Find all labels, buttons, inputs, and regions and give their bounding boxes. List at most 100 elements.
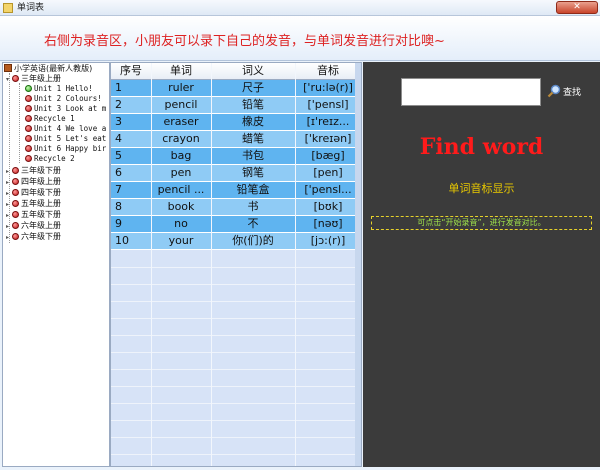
cell-meaning: 铅笔 (242, 98, 264, 111)
tree-item-unit[interactable]: Recycle 2 (25, 154, 75, 164)
table-row[interactable]: 9 no 不 [nəʊ] (111, 216, 361, 233)
close-button[interactable]: ✕ (556, 1, 598, 14)
cell-index: 10 (115, 234, 129, 247)
cell-index: 6 (115, 166, 122, 179)
bullet-icon (12, 200, 19, 207)
window-title: 单词表 (17, 3, 45, 13)
cell-phonetic: [ɪ'reɪz... (306, 115, 350, 128)
tree-item-grade[interactable]: ▸ 四年级上册 (6, 177, 61, 187)
grid-line (111, 335, 361, 336)
cell-phonetic: [bæg] (311, 149, 345, 162)
cell-word: pencil (164, 98, 198, 111)
cell-meaning: 尺子 (242, 81, 264, 94)
tree-item-unit[interactable]: Unit 5 Let's eat (25, 134, 106, 144)
cell-word: your (168, 234, 194, 247)
grid-line (111, 454, 361, 455)
cell-meaning: 不 (247, 217, 259, 230)
grid-line (111, 318, 361, 319)
bullet-icon (12, 189, 19, 196)
cell-index: 2 (115, 98, 122, 111)
expand-icon: ▸ (6, 190, 10, 197)
tree-item-unit[interactable]: Unit 1 Hello! (25, 84, 93, 94)
cell-meaning: 蜡笔 (242, 132, 264, 145)
tree-item-unit[interactable]: Unit 2 Colours! (25, 94, 102, 104)
tree-item-unit[interactable]: Recycle 1 (25, 114, 75, 124)
grid-line (111, 267, 361, 268)
cell-word: bag (170, 149, 192, 162)
column-header-meaning[interactable]: 词义 (211, 63, 295, 80)
cell-meaning: 书包 (242, 149, 264, 162)
column-header-index[interactable]: 序号 (111, 63, 151, 80)
search-button[interactable]: 查找 (547, 84, 581, 100)
expand-icon: ▸ (6, 234, 10, 241)
cell-word: ruler (168, 81, 194, 94)
instruction-banner: 右侧为录音区，小朋友可以录下自己的发音，与单词发音进行对比噢~ (0, 16, 600, 61)
grid-line (111, 352, 361, 353)
table-row[interactable]: 5 bag 书包 [bæg] (111, 148, 361, 165)
column-header-phonetic[interactable]: 音标 (295, 63, 361, 80)
tree-item-grade[interactable]: ▸ 五年级下册 (6, 210, 61, 220)
tree-item-grade[interactable]: ▸ 六年级上册 (6, 221, 61, 231)
table-row[interactable]: 6 pen 钢笔 [pen] (111, 165, 361, 182)
cell-phonetic: ['kreɪən] (304, 132, 352, 145)
cell-word: no (174, 217, 188, 230)
tree-item-grade[interactable]: ▸ 三年级下册 (6, 166, 61, 176)
expand-icon: ▸ (6, 223, 10, 230)
cell-index: 7 (115, 183, 122, 196)
table-row[interactable]: 2 pencil 铅笔 ['pensl] (111, 97, 361, 114)
grid-line (111, 369, 361, 370)
table-scrollbar[interactable] (355, 63, 361, 466)
magnifier-icon (547, 84, 561, 98)
tree-item-grade[interactable]: ▸ 六年级下册 (6, 232, 61, 242)
table-row[interactable]: 4 crayon 蜡笔 ['kreɪən] (111, 131, 361, 148)
tree-item-grade3a[interactable]: ▾ 三年级上册 (6, 74, 61, 84)
tree-item-unit[interactable]: Unit 3 Look at m (25, 104, 106, 114)
find-word-title: Find word (419, 134, 544, 160)
cell-phonetic: [nəʊ] (313, 217, 343, 230)
bullet-icon (12, 211, 19, 218)
bullet-icon (25, 135, 32, 142)
grid-line (111, 420, 361, 421)
tree-root[interactable]: 小学英语(最新人教版) (4, 64, 92, 74)
cell-meaning: 橡皮 (242, 115, 264, 128)
instruction-message: 右侧为录音区，小朋友可以录下自己的发音，与单词发音进行对比噢~ (44, 34, 445, 49)
grid-line (111, 284, 361, 285)
cell-phonetic: [jɔ:(r)] (310, 234, 346, 247)
table-row[interactable]: 7 pencil ... 铅笔盒 ['pensl... (111, 182, 361, 199)
cell-word: crayon (162, 132, 200, 145)
cell-index: 8 (115, 200, 122, 213)
cell-phonetic: ['pensl] (307, 98, 349, 111)
table-row[interactable]: 10 your 你(们)的 [jɔ:(r)] (111, 233, 361, 250)
cell-word: eraser (163, 115, 199, 128)
bullet-icon (12, 167, 19, 174)
bullet-icon (12, 75, 19, 82)
tree-item-unit[interactable]: Unit 6 Happy bir (25, 144, 106, 154)
tree-item-grade[interactable]: ▸ 五年级上册 (6, 199, 61, 209)
grid-line (111, 437, 361, 438)
phonetic-display-label: 单词音标显示 (448, 182, 515, 195)
search-input[interactable] (401, 78, 541, 106)
cell-index: 3 (115, 115, 122, 128)
column-header-word[interactable]: 单词 (151, 63, 211, 80)
collapse-icon: ▾ (6, 76, 10, 83)
recording-tip: 可点击“开始录音”，进行发音对比。 (371, 216, 592, 230)
book-icon (4, 64, 12, 72)
grid-line (111, 386, 361, 387)
tree-item-unit[interactable]: Unit 4 We love a (25, 124, 106, 134)
bullet-icon (12, 222, 19, 229)
table-row[interactable]: 3 eraser 橡皮 [ɪ'reɪz... (111, 114, 361, 131)
cell-phonetic: [bʊk] (313, 200, 343, 213)
cell-word: book (167, 200, 195, 213)
selected-bullet-icon (25, 85, 32, 92)
table-row[interactable]: 1 ruler 尺子 ['ru:lə(r)] (111, 80, 361, 97)
title-bar: 单词表 ✕ (0, 0, 600, 16)
bullet-icon (12, 178, 19, 185)
bullet-icon (25, 145, 32, 152)
expand-icon: ▸ (6, 201, 10, 208)
tree-item-grade[interactable]: ▸ 四年级下册 (6, 188, 61, 198)
cell-word: pen (170, 166, 192, 179)
cell-index: 5 (115, 149, 122, 162)
recording-panel: 查找 Find word 单词音标显示 可点击“开始录音”，进行发音对比。 (363, 62, 600, 467)
grid-line (111, 403, 361, 404)
table-row[interactable]: 8 book 书 [bʊk] (111, 199, 361, 216)
